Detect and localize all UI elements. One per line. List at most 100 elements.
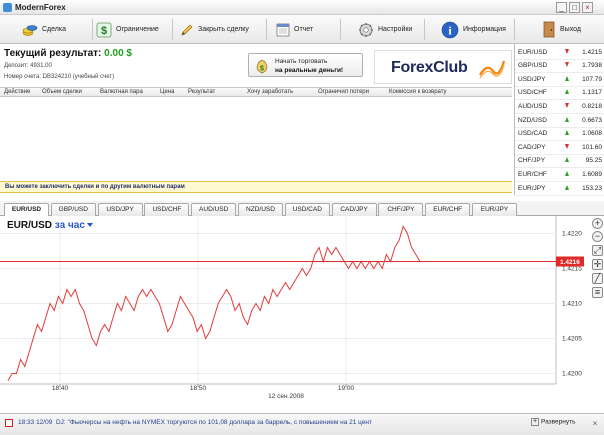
current-result-label: Текущий результат: [4,48,102,59]
expand-news-button[interactable]: + Развернуть [531,418,586,431]
tab-eur-usd[interactable]: EUR/USD [4,203,49,217]
zoom-in-icon[interactable]: + [592,218,603,229]
news-flag-icon [5,419,13,427]
arrow-up-icon [565,184,569,190]
app-title: ModernForex [15,3,66,12]
column-header[interactable]: Цена [160,89,174,95]
arrow-down-icon [565,48,569,54]
quote-pair: USD/JPY [518,75,546,83]
svg-text:$: $ [101,25,107,37]
tab-nzd-usd[interactable]: NZD/USD [238,203,283,216]
zoom-tools: + − ⤢ ✛ ╱ ≡ [591,216,604,300]
maximize-button[interactable]: □ [569,2,580,13]
close-deal-button[interactable]: Закрыть сделку [180,15,249,44]
main-toolbar: Сделка $ Ограничение Закрыть сделку Отче… [0,15,604,44]
column-header[interactable]: Объем сделки [42,89,82,95]
deal-button[interactable]: Сделка [22,15,66,44]
deals-table-body [0,97,512,181]
info-bar-text[interactable]: Вы можете заключить сделки и по другим в… [5,184,185,190]
y-tick-label: 1.4200 [562,371,582,378]
expand-label: Развернуть [541,418,576,426]
y-tick-label: 1.4205 [562,336,582,343]
info-button-label: Информация [463,26,506,33]
report-button[interactable]: Отчет [276,15,313,44]
tab-eur-jpy[interactable]: EUR/JPY [472,203,517,216]
exit-door-icon [542,21,556,38]
quote-price: 1.7938 [582,62,602,70]
column-header[interactable]: Хочу заработать [247,89,293,95]
y-tick-label: 1.4215 [562,266,582,273]
column-header[interactable]: Валютная пара [100,89,143,95]
money-bag-icon: $ [254,58,270,74]
draw-line-icon[interactable]: ╱ [592,273,603,284]
arrow-up-icon [565,89,569,95]
arrow-down-icon [565,143,569,149]
arrow-up-icon [565,75,569,81]
current-result-value: 0.00 $ [104,48,132,59]
close-window-button[interactable]: × [582,2,593,13]
dollar-limit-icon: $ [96,22,112,38]
tab-chf-jpy[interactable]: CHF/JPY [378,203,424,216]
forexclub-logo: ForexClub [374,50,512,84]
settings-button[interactable]: Настройки [358,15,412,44]
news-ticker[interactable]: 18:33 12/09 DJ: "Фьючерсы на нефть на NY… [18,419,372,426]
arrow-up-icon [565,130,569,136]
exit-button[interactable]: Выход [542,15,581,44]
date-label: 12 сен 2008 [268,393,304,400]
quote-price: 1.6089 [582,170,602,178]
quote-pair: CAD/JPY [518,143,546,151]
toolbar-divider [514,19,515,40]
column-header[interactable]: Действие [4,89,30,95]
logo-text: ForexClub [391,59,468,76]
calendar-report-icon [276,22,290,37]
close-deal-button-label: Закрыть сделку [198,26,249,33]
tab-cad-jpy[interactable]: CAD/JPY [331,203,377,216]
report-button-label: Отчет [294,26,314,33]
x-tick-label: 19:00 [338,385,355,392]
quote-pair: EUR/CHF [518,170,547,178]
pencil-icon [180,23,194,37]
tab-eur-chf[interactable]: EUR/CHF [425,203,471,216]
tab-aud-usd[interactable]: AUD/USD [191,203,237,216]
arrow-up-icon [565,116,569,122]
close-news-button[interactable]: × [590,419,600,429]
minimize-button[interactable]: _ [556,2,567,13]
quote-pair: EUR/JPY [518,184,546,192]
x-tick-label: 18:40 [52,385,69,392]
column-header[interactable]: Комиссия к возврату [389,89,447,95]
toolbar-divider [266,19,267,40]
real-trade-line1: Начать торговать [275,58,328,65]
quote-price: 101.60 [582,143,602,151]
quote-price: 1.1317 [582,89,602,97]
arrow-down-icon [565,102,569,108]
tab-usd-cad[interactable]: USD/CAD [284,203,330,216]
arrow-up-icon [565,170,569,176]
toolbar-divider [340,19,341,40]
column-header[interactable]: Результат [188,89,215,95]
quote-row[interactable]: EUR/JPY 153.23 [515,181,604,196]
tab-gbp-usd[interactable]: GBP/USD [50,203,96,216]
quote-price: 0.6673 [582,116,602,124]
account-number-text: Номер счета: DB324210 (учебный счет) [4,74,115,80]
info-bar: Вы можете заключить сделки и по другим в… [0,181,512,193]
info-icon: i [441,21,459,39]
quote-pair: AUD/USD [518,102,548,110]
toolbar-divider [92,19,93,40]
quote-price: 107.79 [582,75,602,83]
real-trade-line2: на реальные деньги! [275,67,344,74]
crosshair-icon[interactable]: ✛ [592,259,603,270]
pan-icon[interactable]: ⤢ [592,245,603,256]
tab-usd-jpy[interactable]: USD/JPY [97,203,143,216]
chart-settings-icon[interactable]: ≡ [592,287,603,298]
column-header[interactable]: Ограничил потери [318,89,369,95]
deals-table-header: Действие Объем сделки Валютная пара Цена… [0,87,512,97]
limit-button[interactable]: $ Ограничение [96,15,159,44]
info-button[interactable]: i Информация [441,15,506,44]
logo-swoosh-icon [478,59,506,79]
quote-pair: NZD/USD [518,116,547,124]
tab-usd-chf[interactable]: USD/CHF [144,203,190,216]
arrow-up-icon [565,157,569,163]
start-real-trading-button[interactable]: $ Начать торговать на реальные деньги! [248,53,363,77]
news-bar: 18:33 12/09 DJ: "Фьючерсы на нефть на NY… [0,413,604,435]
zoom-out-icon[interactable]: − [592,231,603,242]
